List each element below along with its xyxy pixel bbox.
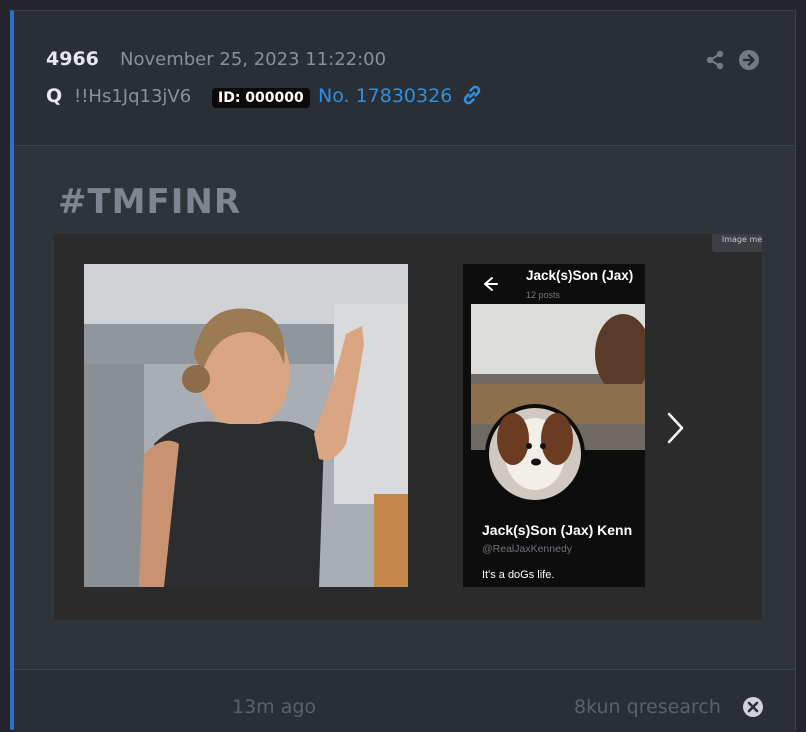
post-author: Q	[46, 85, 63, 107]
post-hashtag: #TMFINR	[58, 182, 242, 222]
time-ago: 13m ago	[232, 696, 317, 718]
post-source[interactable]: 8kun qresearch	[574, 696, 721, 718]
id-badge: ID: 000000	[212, 88, 310, 108]
tripcode: !!Hs1Jq13jV6	[74, 86, 192, 107]
post-header: 4966 November 25, 2023 11:22:00 Q !!Hs1J…	[14, 11, 795, 146]
gallery-image-airplane[interactable]	[84, 264, 408, 587]
post-body: #TMFINR Image me Jack(s)Son (Jax) 12 pos…	[14, 146, 795, 669]
chevron-right-icon[interactable]	[660, 408, 690, 448]
profile-bio: It's a doGs life.	[482, 569, 555, 581]
post-card: 4966 November 25, 2023 11:22:00 Q !!Hs1J…	[10, 10, 796, 732]
post-number: 4966	[46, 48, 99, 70]
gallery-image-profile[interactable]: Jack(s)Son (Jax) 12 posts Jack(s)Son (Ja…	[463, 264, 645, 587]
link-icon[interactable]	[460, 83, 484, 107]
profile-handle: @RealJaxKennedy	[482, 543, 573, 555]
profile-name: Jack(s)Son (Jax) Kenn	[482, 522, 633, 538]
close-circle-icon[interactable]	[742, 696, 764, 718]
post-footer: 13m ago 8kun qresearch	[14, 669, 795, 732]
arrow-right-circle-icon[interactable]	[738, 49, 760, 71]
image-gallery: Image me Jack(s)Son (Jax) 12 posts Jack(…	[54, 234, 762, 620]
profile-header-name: Jack(s)Son (Jax)	[526, 268, 634, 283]
post-number-link[interactable]: No. 17830326	[318, 85, 452, 107]
share-icon[interactable]	[704, 49, 726, 71]
profile-posts-count: 12 posts	[526, 290, 561, 300]
airplane-photo	[84, 264, 408, 587]
profile-screenshot	[463, 264, 645, 587]
image-meta-button[interactable]: Image me	[712, 234, 762, 252]
post-timestamp: November 25, 2023 11:22:00	[120, 49, 387, 70]
